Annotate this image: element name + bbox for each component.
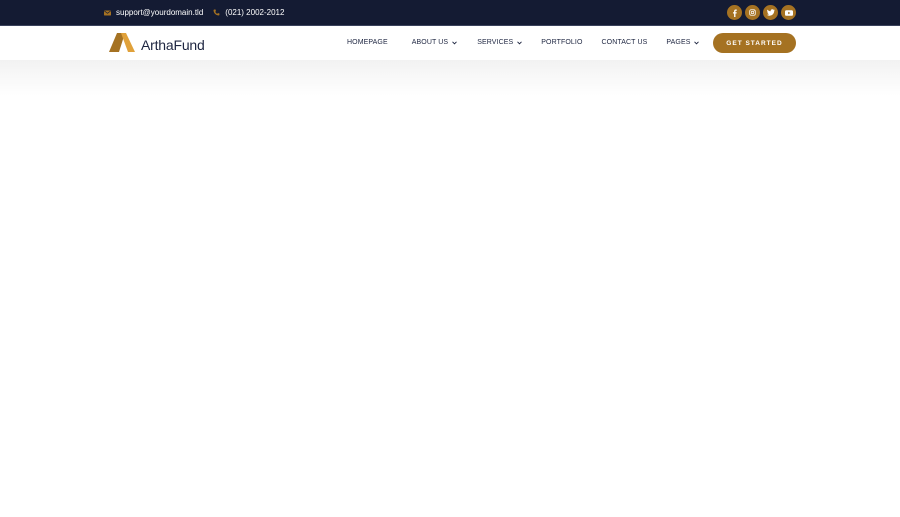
email-link[interactable]: support@yourdomain.tld <box>104 8 203 17</box>
nav-about-us-label: ABOUT US <box>411 39 449 46</box>
nav-contact-us[interactable]: CONTACT US <box>602 39 648 46</box>
phone-icon <box>213 9 220 16</box>
chevron-down-icon <box>452 41 458 45</box>
facebook-icon[interactable] <box>727 5 742 20</box>
contact-info: support@yourdomain.tld (021) 2002-2012 <box>104 0 284 25</box>
get-started-button[interactable]: GET STARTED <box>713 33 796 53</box>
brand-logo[interactable]: ArthaFund <box>109 33 205 57</box>
phone-text: (021) 2002-2012 <box>225 8 285 17</box>
nav-services[interactable]: SERVICES <box>477 39 523 46</box>
primary-menu: HOMEPAGE ABOUT US SERVICES PORTFOLIO CON… <box>347 25 700 60</box>
chevron-down-icon <box>694 41 700 45</box>
nav-services-label: SERVICES <box>477 39 514 46</box>
nav-homepage[interactable]: HOMEPAGE <box>347 39 388 46</box>
navbar-shadow <box>0 60 900 96</box>
social-links <box>727 5 796 20</box>
nav-contact-us-label: CONTACT US <box>601 39 648 46</box>
envelope-icon <box>104 10 111 16</box>
instagram-icon[interactable] <box>745 5 760 20</box>
youtube-icon[interactable] <box>781 5 796 20</box>
arthafund-logo-icon <box>109 33 137 57</box>
top-bar: support@yourdomain.tld (021) 2002-2012 <box>0 0 900 25</box>
nav-portfolio[interactable]: PORTFOLIO <box>541 39 582 46</box>
nav-about-us[interactable]: ABOUT US <box>411 39 458 46</box>
nav-pages[interactable]: PAGES <box>666 39 700 46</box>
chevron-down-icon <box>517 41 523 45</box>
nav-pages-label: PAGES <box>666 39 691 46</box>
nav-portfolio-label: PORTFOLIO <box>541 39 583 46</box>
brand-name: ArthaFund <box>141 37 205 53</box>
nav-homepage-label: HOMEPAGE <box>347 39 388 46</box>
twitter-icon[interactable] <box>763 5 778 20</box>
email-text: support@yourdomain.tld <box>116 8 204 17</box>
phone-link[interactable]: (021) 2002-2012 <box>213 8 284 17</box>
